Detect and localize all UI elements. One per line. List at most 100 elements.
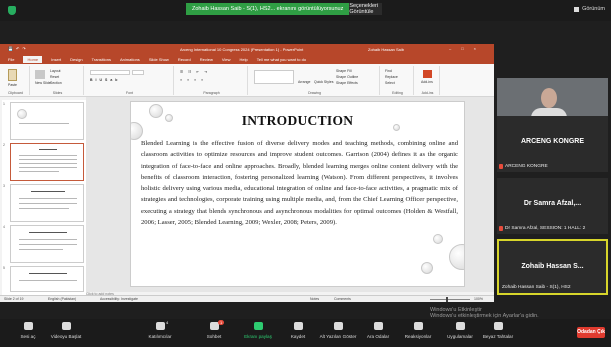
- slide-thumbnail-4[interactable]: [10, 225, 84, 263]
- slide-body-text[interactable]: Blended Learning is the effective fusion…: [141, 138, 458, 228]
- control-apps[interactable]: Uygulamalar: [440, 322, 480, 339]
- thumb-text-line: [19, 163, 77, 164]
- control-label: Ara Odalar: [366, 334, 390, 339]
- find-button[interactable]: Find: [385, 69, 392, 73]
- bubble-decoration: [17, 109, 27, 119]
- gallery-view-button[interactable]: Görünüm: [574, 6, 605, 12]
- slide-thumbnail-1[interactable]: [10, 102, 84, 140]
- gallery-view-label: Görünüm: [582, 6, 605, 12]
- addins-icon[interactable]: [423, 70, 432, 78]
- group-label: Slides: [52, 91, 63, 95]
- participant-tile-active-speaker[interactable]: Zohaib Hassan S... Zohaib Hassan Saib - …: [497, 239, 608, 295]
- leave-meeting-button[interactable]: Odadan Çık: [577, 327, 605, 338]
- ribbon-tab-home[interactable]: Home: [23, 56, 43, 63]
- control-breakout-rooms[interactable]: Ara Odalar: [358, 322, 398, 339]
- section-button[interactable]: Section: [50, 81, 62, 85]
- ribbon-tab-animations[interactable]: Animations: [120, 57, 140, 62]
- paste-button[interactable]: Paste: [8, 83, 17, 87]
- layout-button[interactable]: Layout: [50, 69, 61, 73]
- ribbon-tab-insert[interactable]: Insert: [51, 57, 61, 62]
- current-slide[interactable]: INTRODUCTION Blended Learning is the eff…: [130, 101, 465, 287]
- ribbon-group-editing: Find Replace Select Editing: [382, 66, 414, 95]
- share-top-gap: [0, 21, 494, 44]
- control-label: Uygulamalar: [447, 334, 473, 339]
- ppt-user-name[interactable]: Zohaib Hassan Saib: [368, 47, 404, 52]
- control-chat[interactable]: 1 Sohbet: [194, 320, 234, 339]
- thumb-text-line: [19, 198, 77, 199]
- meeting-control-bar: Odadan Çık Sesi aç Videoyu Başlat 4 Katılım…: [0, 319, 611, 347]
- group-label: Clipboard: [8, 91, 23, 95]
- control-video-off[interactable]: Videoyu Başlat: [46, 322, 86, 339]
- control-reactions[interactable]: Reaksiyonlar: [398, 322, 438, 339]
- control-label: Beyaz Tahtalar: [482, 334, 514, 339]
- zoom-level[interactable]: 100%: [474, 297, 483, 301]
- new-slide-icon[interactable]: [35, 70, 45, 79]
- ribbon-tab-view[interactable]: View: [222, 57, 231, 62]
- control-captions[interactable]: Alt Yazıları Göster: [318, 322, 358, 339]
- slide-thumbnail-2[interactable]: [10, 143, 84, 181]
- ribbon-tab-review[interactable]: Review: [200, 57, 213, 62]
- ribbon-tab-slide-show[interactable]: Slide Show: [149, 57, 169, 62]
- shape-fill-button[interactable]: Shape Fill: [336, 69, 352, 73]
- thumb-text-line: [19, 171, 59, 172]
- notes-toggle[interactable]: Notes: [310, 297, 319, 301]
- ribbon-tab-file[interactable]: File: [8, 57, 14, 62]
- thumb-text-line: [19, 244, 77, 245]
- security-shield-icon[interactable]: [8, 6, 16, 15]
- participant-count: 4: [166, 320, 169, 325]
- replace-button[interactable]: Replace: [385, 75, 398, 79]
- control-whiteboard[interactable]: Beyaz Tahtalar: [478, 322, 518, 339]
- new-slide-button[interactable]: New Slide: [35, 81, 51, 85]
- control-label: Ekranı paylaş: [244, 334, 272, 339]
- slide-editor-area: INTRODUCTION Blended Learning is the eff…: [86, 97, 494, 292]
- addins-button[interactable]: Add-ins: [421, 80, 433, 84]
- thumb-text-line: [31, 191, 65, 192]
- mic-muted-icon: [499, 226, 503, 231]
- thumb-text-line: [19, 203, 77, 204]
- control-mic-muted[interactable]: Sesi aç: [8, 322, 48, 339]
- whiteboard-icon: [493, 322, 503, 330]
- language-indicator[interactable]: English (Pakistan): [48, 297, 76, 301]
- control-record[interactable]: Kaydet: [278, 322, 318, 339]
- select-button[interactable]: Select: [385, 81, 395, 85]
- participant-name: Zohaib Hassan Saib - S(1), HS2: [502, 285, 571, 290]
- comments-toggle[interactable]: Comments: [334, 297, 351, 301]
- ribbon-tab-design[interactable]: Design: [70, 57, 82, 62]
- slide-thumbnail-5[interactable]: [10, 266, 84, 292]
- ribbon-tab-help[interactable]: Help: [239, 57, 247, 62]
- shapes-gallery[interactable]: [254, 70, 294, 84]
- quick-styles-button[interactable]: Quick Styles: [314, 80, 333, 84]
- ribbon-tab-record[interactable]: Record: [178, 57, 191, 62]
- shape-effects-button[interactable]: Shape Effects: [336, 81, 358, 85]
- font-format-buttons[interactable]: BIUSab: [90, 78, 120, 82]
- thumb-text-line: [19, 249, 63, 250]
- reset-button[interactable]: Reset: [50, 75, 59, 79]
- align-buttons[interactable]: ≡ ≡ ≡ ≡: [180, 78, 205, 82]
- slide-title[interactable]: INTRODUCTION: [131, 113, 464, 129]
- zoom-meeting-window: Zohaib Hassan Saib - S(1), HS2... ekranı…: [0, 0, 611, 347]
- participant-tile[interactable]: ARCENG KONGRE ARCENG KONGRE: [497, 116, 608, 172]
- zoom-slider[interactable]: [430, 299, 470, 300]
- font-size-box[interactable]: [132, 70, 144, 75]
- ribbon-tab-transitions[interactable]: Transitions: [92, 57, 111, 62]
- quick-access-toolbar[interactable]: 💾↶↷: [8, 46, 29, 51]
- slide-thumbnails-pane[interactable]: 1 2 3 4 5: [2, 100, 86, 296]
- accessibility-indicator[interactable]: Accessibility: Investigate: [100, 297, 138, 301]
- arrange-button[interactable]: Arrange: [298, 80, 310, 84]
- slide-thumbnail-3[interactable]: [10, 184, 84, 222]
- participant-tile[interactable]: Dr Samra Afzal,... Dr Samra Afzal, SESSI…: [497, 178, 608, 234]
- control-participants[interactable]: 4 Katılımcılar: [140, 320, 180, 339]
- window-controls[interactable]: –□×: [449, 46, 486, 51]
- thumb-number: 5: [3, 266, 5, 270]
- paste-icon[interactable]: [8, 69, 17, 81]
- control-share-screen[interactable]: Ekranı paylaş: [238, 322, 278, 339]
- view-options-button[interactable]: Seçenekleri Görüntüle: [349, 3, 382, 15]
- list-buttons[interactable]: ☰ ☷ ⇤ ⇥: [180, 70, 209, 74]
- shape-outline-button[interactable]: Shape Outline: [336, 75, 358, 79]
- control-label: Sohbet: [206, 334, 222, 339]
- ribbon-group-clipboard: Paste Clipboard: [2, 66, 30, 95]
- thumb-text-line: [19, 208, 69, 209]
- tell-me-search[interactable]: Tell me what you want to do: [257, 57, 306, 62]
- font-name-box[interactable]: [90, 70, 130, 75]
- share-status-text: Zohaib Hassan Saib - S(1), HS2... ekranı…: [186, 3, 350, 15]
